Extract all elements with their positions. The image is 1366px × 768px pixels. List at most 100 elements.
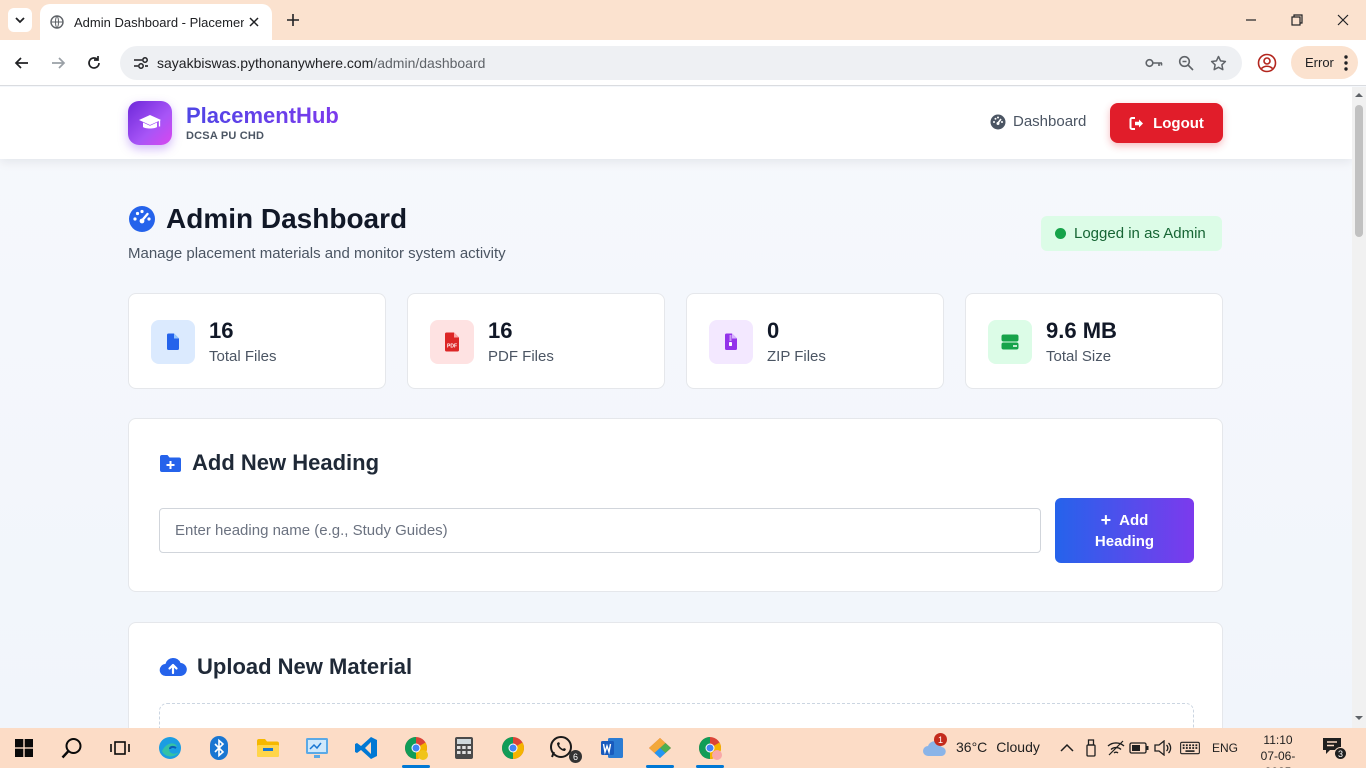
minimize-window-button[interactable] <box>1239 8 1263 32</box>
nav-dashboard-label: Dashboard <box>1013 113 1087 130</box>
url-path: /admin/dashboard <box>373 55 486 71</box>
taskbar-bluetooth[interactable] <box>201 732 237 764</box>
app-diamond-icon <box>649 738 671 758</box>
reload-button[interactable] <box>82 51 106 75</box>
svg-text:PDF: PDF <box>447 344 457 350</box>
back-button[interactable] <box>10 51 34 75</box>
taskbar-edge[interactable] <box>152 732 188 764</box>
heading-name-input[interactable] <box>159 508 1041 553</box>
stat-label: Total Files <box>209 348 277 365</box>
file-dropzone[interactable] <box>159 703 1194 728</box>
site-settings-icon[interactable] <box>132 55 150 71</box>
chrome-icon <box>699 737 722 760</box>
cloud-icon: 1 <box>922 733 948 758</box>
key-icon[interactable] <box>1144 53 1164 73</box>
chevron-up-icon[interactable] <box>1057 738 1077 758</box>
restore-window-button[interactable] <box>1285 8 1309 32</box>
add-heading-button-line1: + Add <box>1101 510 1149 531</box>
notification-center-icon[interactable]: 3 <box>1322 737 1347 760</box>
stat-value: 0 <box>767 318 780 343</box>
profile-icon[interactable] <box>1256 52 1278 74</box>
page-viewport: PlacementHub DCSA PU CHD Dashboard Logou… <box>0 87 1352 728</box>
reload-icon <box>88 56 100 69</box>
add-heading-title: Add New Heading <box>192 450 380 475</box>
taskbar-chrome[interactable] <box>495 732 531 764</box>
scrollbar-thumb[interactable] <box>1355 105 1363 237</box>
brand-name[interactable]: PlacementHub <box>186 103 339 129</box>
input-language[interactable]: ENG <box>1212 741 1238 755</box>
profile-error-button[interactable]: Error <box>1291 46 1358 79</box>
weather-temp: 36°C <box>956 739 988 755</box>
url-host: sayakbiswas.pythonanywhere.com <box>157 55 374 71</box>
taskbar-chrome-profile-2[interactable] <box>692 732 728 768</box>
page-scrollbar[interactable] <box>1352 87 1366 728</box>
forward-button[interactable] <box>46 51 70 75</box>
add-heading-button[interactable]: + Add Heading <box>1055 498 1194 563</box>
wifi-icon[interactable] <box>1106 738 1126 758</box>
volume-icon[interactable] <box>1153 738 1173 758</box>
graduation-cap-icon[interactable] <box>128 101 172 145</box>
plus-icon: + <box>1100 510 1112 530</box>
stat-value: 9.6 MB <box>1046 318 1117 343</box>
clock-time: 11:10 <box>1263 733 1293 747</box>
upload-title: Upload New Material <box>197 654 413 679</box>
pdf-icon: PDF <box>430 320 474 364</box>
restore-icon <box>1291 14 1303 26</box>
taskbar-chrome-profile-1[interactable] <box>398 732 434 768</box>
brand-subtitle: DCSA PU CHD <box>186 130 265 142</box>
control-panel-icon <box>306 738 328 758</box>
upload-title-row: Upload New Material <box>159 654 412 680</box>
taskbar-search-button[interactable] <box>54 732 90 764</box>
add-heading-label-1: Add <box>1119 511 1149 529</box>
zoom-icon[interactable] <box>1176 53 1196 73</box>
usb-drive-icon[interactable] <box>1081 738 1101 758</box>
profile-error-label: Error <box>1305 55 1334 70</box>
address-bar[interactable]: sayakbiswas.pythonanywhere.com/admin/das… <box>120 46 1242 80</box>
clock[interactable]: 11:10 07-06-2025 <box>1250 732 1306 768</box>
sign-out-icon <box>1129 116 1146 131</box>
task-view-button[interactable] <box>102 732 138 764</box>
taskbar-file-explorer[interactable] <box>250 732 286 764</box>
vscode-icon <box>355 737 377 759</box>
stat-value: 16 <box>209 318 234 343</box>
new-tab-button[interactable] <box>282 9 304 31</box>
nav-dashboard-link[interactable]: Dashboard <box>990 113 1086 130</box>
taskbar-control-panel[interactable] <box>299 732 335 764</box>
close-icon <box>1337 14 1349 26</box>
keyboard-icon[interactable] <box>1180 738 1200 758</box>
add-heading-title-row: Add New Heading <box>159 450 379 476</box>
logout-label: Logout <box>1153 114 1204 132</box>
taskbar-app-diamond[interactable] <box>642 732 678 768</box>
bookmark-star-icon[interactable] <box>1208 53 1228 73</box>
scroll-up-icon[interactable] <box>1355 91 1363 99</box>
taskbar-calculator[interactable] <box>446 732 482 764</box>
browser-toolbar: sayakbiswas.pythonanywhere.com/admin/das… <box>0 40 1366 86</box>
taskbar-vscode[interactable] <box>348 732 384 764</box>
start-button[interactable] <box>6 732 42 764</box>
stat-card-zip-files: 0 ZIP Files <box>686 293 944 389</box>
stat-label: PDF Files <box>488 348 554 365</box>
battery-icon[interactable] <box>1129 738 1149 758</box>
plus-icon <box>287 14 299 26</box>
bluetooth-icon <box>210 736 228 760</box>
stat-card-pdf-files: PDF 16 PDF Files <box>407 293 665 389</box>
folder-plus-icon <box>159 454 182 473</box>
logout-button[interactable]: Logout <box>1110 103 1223 143</box>
weather-widget[interactable]: 1 36°C Cloudy <box>922 733 1040 758</box>
browser-tab-active[interactable]: Admin Dashboard - PlacementHub <box>40 4 272 40</box>
scroll-down-icon[interactable] <box>1355 714 1363 722</box>
tab-search-button[interactable] <box>8 8 32 32</box>
dashboard-gauge-icon <box>128 205 156 233</box>
storage-icon <box>988 320 1032 364</box>
taskbar-whatsapp[interactable]: 6 <box>544 732 582 764</box>
tab-title: Admin Dashboard - PlacementHub <box>74 14 244 30</box>
close-window-button[interactable] <box>1331 8 1355 32</box>
task-view-icon <box>110 741 130 755</box>
globe-icon <box>50 15 64 29</box>
taskbar-word[interactable] <box>594 732 630 764</box>
more-vert-icon <box>1344 55 1348 71</box>
page-title: Admin Dashboard <box>166 203 408 234</box>
close-tab-icon[interactable] <box>246 14 262 30</box>
file-icon <box>151 320 195 364</box>
add-heading-label-2: Heading <box>1094 532 1155 550</box>
